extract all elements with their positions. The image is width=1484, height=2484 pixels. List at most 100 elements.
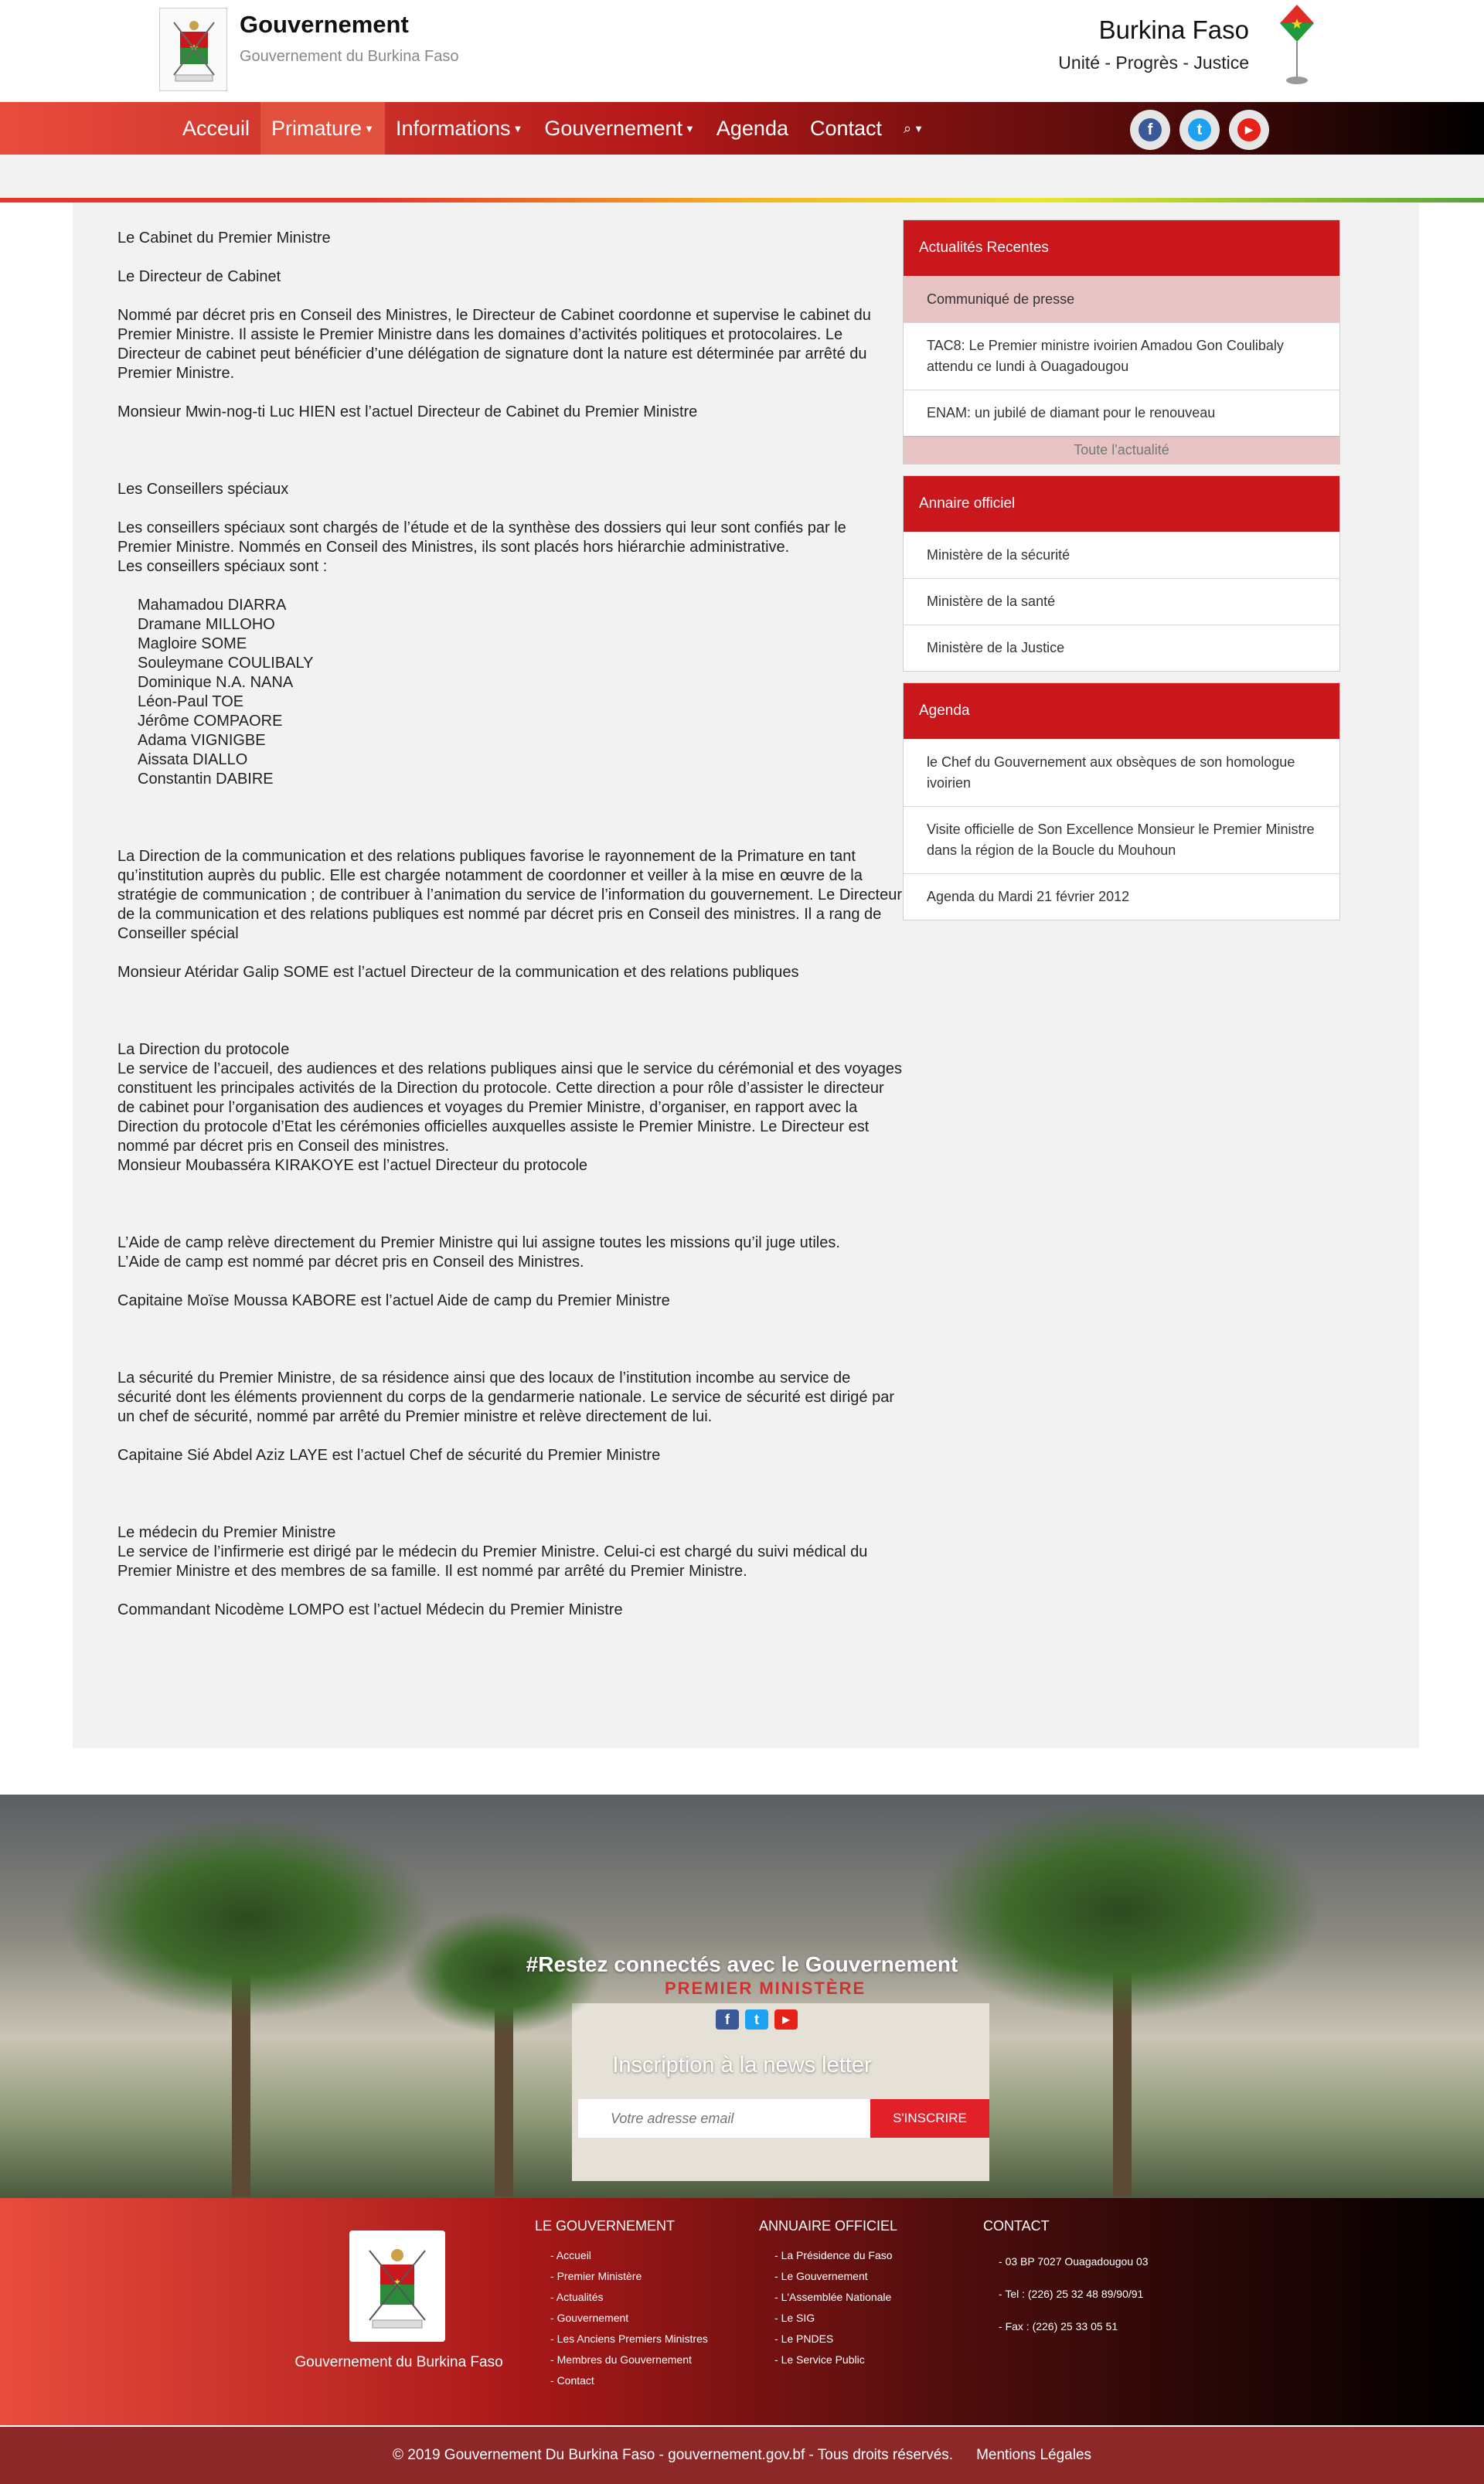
article-heading: Le Cabinet du Premier Ministre: [117, 230, 331, 247]
nav-gouvernement-label: Gouvernement: [544, 116, 683, 140]
twitter-link[interactable]: t: [1179, 110, 1220, 150]
annuaire-item[interactable]: Ministère de la Justice: [904, 624, 1339, 671]
copyright-text: © 2019 Gouvernement Du Burkina Faso - go…: [392, 2447, 954, 2463]
advisors-list: Mahamadou DIARRA Dramane MILLOHO Magloir…: [117, 596, 903, 789]
footer-link[interactable]: Gouvernement: [535, 2308, 708, 2329]
footer-link[interactable]: Accueil: [535, 2245, 708, 2266]
section-heading: Les Conseillers spéciaux: [117, 481, 289, 498]
caret-down-icon: ▼: [364, 122, 374, 134]
facebook-icon[interactable]: f: [716, 2009, 739, 2030]
footer-col-annuaire: ANNUAIRE OFFICIEL La Présidence du Faso …: [759, 2218, 897, 2370]
top-header: Gouvernement Gouvernement du Burkina Fas…: [0, 0, 1484, 100]
email-input[interactable]: [578, 2099, 870, 2138]
youtube-link[interactable]: ▶: [1229, 110, 1269, 150]
newsletter-form: S'INSCRIRE: [578, 2099, 989, 2138]
footer-link[interactable]: Contact: [535, 2370, 708, 2391]
burkina-flag-icon: [1278, 3, 1317, 88]
coat-of-arms-logo[interactable]: [159, 8, 227, 91]
paragraph: Le service de l’accueil, des audiences e…: [117, 1060, 903, 1155]
subscribe-button[interactable]: S'INSCRIRE: [870, 2099, 989, 2138]
caret-down-icon: ▼: [914, 122, 924, 134]
search-toggle[interactable]: ⌕ ▼: [893, 102, 934, 155]
agenda-item[interactable]: Agenda du Mardi 21 février 2012: [904, 873, 1339, 920]
section-heading: Le Directeur de Cabinet: [117, 268, 281, 285]
footer-col-contact: CONTACT 03 BP 7027 Ouagadougou 03 Tel : …: [983, 2218, 1149, 2343]
newsletter-banner: PREMIER MINISTÈRE #Restez connectés avec…: [0, 1795, 1484, 2198]
footer-link[interactable]: Le Service Public: [759, 2350, 897, 2370]
footer-link[interactable]: L'Assemblée Nationale: [759, 2287, 897, 2308]
footer-link[interactable]: Les Anciens Premiers Ministres: [535, 2329, 708, 2350]
palm-fronds: [920, 1802, 1322, 2019]
nav-contact-label: Contact: [809, 116, 883, 140]
annuaire-item[interactable]: Ministère de la santé: [904, 578, 1339, 624]
palm-fronds: [62, 1818, 433, 2019]
footer-col-heading: LE GOUVERNEMENT: [535, 2218, 676, 2234]
paragraph: Capitaine Sié Abdel Aziz LAYE est l’actu…: [117, 1447, 661, 1464]
section-heading: La Direction du protocole: [117, 1041, 290, 1058]
paragraph: Commandant Nicodème LOMPO est l’actuel M…: [117, 1601, 623, 1618]
building-image: [572, 2003, 989, 2181]
footer-link[interactable]: Le Gouvernement: [759, 2266, 897, 2287]
paragraph: Les conseillers spéciaux sont chargés de…: [117, 519, 846, 556]
nav-primature-label: Primature: [271, 116, 362, 140]
list-item: Magloire SOME: [138, 635, 247, 652]
nav-gouvernement[interactable]: Gouvernement ▼: [533, 102, 705, 155]
social-links-banner: f t ▶: [716, 2009, 798, 2030]
legal-link[interactable]: Mentions Légales: [976, 2447, 1091, 2464]
country-name: Burkina Faso: [1098, 15, 1249, 44]
footer-col-gouvernement: LE GOUVERNEMENT Accueil Premier Ministèr…: [535, 2218, 708, 2391]
footer-link[interactable]: La Présidence du Faso: [759, 2245, 897, 2266]
footer-link[interactable]: Le PNDES: [759, 2329, 897, 2350]
list-item: Constantin DABIRE: [138, 771, 274, 788]
copyright-bar: © 2019 Gouvernement Du Burkina Faso - go…: [0, 2427, 1484, 2484]
twitter-icon: t: [1188, 118, 1211, 141]
list-item: Adama VIGNIGBE: [138, 732, 266, 749]
building-sign: PREMIER MINISTÈRE: [665, 1979, 866, 1998]
site-subtitle: Gouvernement du Burkina Faso: [240, 48, 459, 65]
sidebar: Actualités Recentes Communiqué de presse…: [903, 219, 1340, 931]
list-item: Dominique N.A. NANA: [138, 674, 294, 691]
agenda-item[interactable]: le Chef du Gouvernement aux obsèques de …: [904, 739, 1339, 806]
youtube-icon[interactable]: ▶: [774, 2009, 798, 2030]
nav-agenda[interactable]: Agenda: [706, 102, 799, 155]
nav-accueil[interactable]: Acceuil: [172, 102, 260, 155]
contact-address: 03 BP 7027 Ouagadougou 03: [983, 2245, 1149, 2278]
panel-heading: Agenda: [904, 683, 1339, 739]
twitter-icon[interactable]: t: [745, 2009, 768, 2030]
footer-coat-of-arms-logo: [349, 2230, 445, 2342]
news-item[interactable]: Communiqué de presse: [904, 276, 1339, 322]
nav-primature[interactable]: Primature ▼: [260, 102, 385, 155]
contact-phone: Tel : (226) 25 32 48 89/90/91: [983, 2278, 1149, 2310]
panel-heading: Annaire officiel: [904, 476, 1339, 532]
page-header-band: [0, 155, 1484, 201]
all-news-link[interactable]: Toute l'actualité: [904, 436, 1339, 464]
search-icon: ⌕: [904, 120, 912, 136]
footer-link[interactable]: Premier Ministère: [535, 2266, 708, 2287]
footer-link[interactable]: Membres du Gouvernement: [535, 2350, 708, 2370]
national-motto: Unité - Progrès - Justice: [1058, 53, 1249, 73]
facebook-link[interactable]: f: [1130, 110, 1170, 150]
nav-contact[interactable]: Contact: [799, 102, 893, 155]
news-item[interactable]: ENAM: un jubilé de diamant pour le renou…: [904, 390, 1339, 436]
agenda-item[interactable]: Visite officielle de Son Excellence Mons…: [904, 806, 1339, 873]
annuaire-item[interactable]: Ministère de la sécurité: [904, 532, 1339, 578]
site-title[interactable]: Gouvernement: [240, 11, 409, 39]
list-item: Aissata DIALLO: [138, 751, 248, 768]
footer-link[interactable]: Le SIG: [759, 2308, 897, 2329]
nav-informations[interactable]: Informations ▼: [385, 102, 533, 155]
paragraph: Le service de l’infirmerie est dirigé pa…: [117, 1543, 868, 1580]
paragraph: L’Aide de camp relève directement du Pre…: [117, 1234, 840, 1251]
list-item: Souleymane COULIBALY: [138, 655, 314, 672]
youtube-icon: ▶: [1237, 118, 1261, 141]
news-item[interactable]: TAC8: Le Premier ministre ivoirien Amado…: [904, 322, 1339, 390]
footer-logo-text: Gouvernement du Burkina Faso: [294, 2354, 503, 2370]
footer-col-heading: ANNUAIRE OFFICIEL: [759, 2218, 898, 2234]
paragraph: Les conseillers spéciaux sont :: [117, 558, 328, 575]
list-item: Jérôme COMPAORE: [138, 713, 283, 730]
banner-title: #Restez connectés avec le Gouvernement: [526, 1952, 958, 1976]
paragraph: Nommé par décret pris en Conseil des Min…: [117, 307, 871, 382]
paragraph: Monsieur Atéridar Galip SOME est l’actue…: [117, 964, 799, 981]
main-navbar: Acceuil Primature ▼ Informations ▼ Gouvern…: [0, 102, 1484, 155]
caret-down-icon: ▼: [512, 122, 523, 134]
footer-link[interactable]: Actualités: [535, 2287, 708, 2308]
